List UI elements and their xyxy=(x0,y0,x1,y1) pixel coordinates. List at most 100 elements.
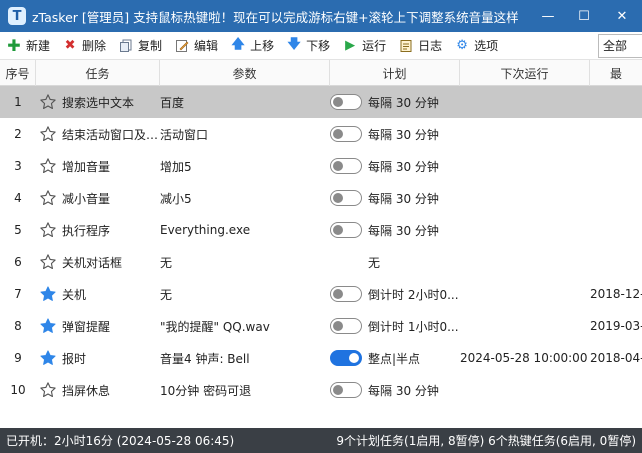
row-last-run xyxy=(590,118,642,150)
row-index: 6 xyxy=(14,255,22,269)
enable-toggle[interactable] xyxy=(330,382,362,398)
row-last-run xyxy=(590,214,642,246)
table-row[interactable]: 4 减小音量 减小5 每隔 30 分钟 xyxy=(0,182,642,214)
enable-toggle[interactable] xyxy=(330,318,362,334)
new-button[interactable]: ✚ 新建 xyxy=(0,33,56,59)
x-icon: ✖ xyxy=(64,38,76,53)
table-row[interactable]: 2 结束活动窗口及进程 活动窗口 每隔 30 分钟 xyxy=(0,118,642,150)
enable-toggle[interactable] xyxy=(330,286,362,302)
status-bar: 已开机：2小时16分 (2024-05-28 06:45) 9个计划任务(1启用… xyxy=(0,428,642,453)
table-row[interactable]: 8 弹窗提醒 "我的提醒" QQ.wav 倒计时 1小时0... 2019-03- xyxy=(0,310,642,342)
row-index: 2 xyxy=(14,127,22,141)
plan-text: 无 xyxy=(368,255,381,270)
options-button[interactable]: ⚙ 选项 xyxy=(448,33,504,59)
star-icon[interactable] xyxy=(38,252,58,272)
row-param: 减小5 xyxy=(160,191,192,206)
maximize-button[interactable]: ☐ xyxy=(566,0,602,32)
task-name: 挡屏休息 xyxy=(62,383,111,398)
table-row[interactable]: 1 搜索选中文本 百度 每隔 30 分钟 xyxy=(0,86,642,118)
star-icon[interactable] xyxy=(38,156,58,176)
row-last-run xyxy=(590,374,642,406)
enable-toggle[interactable] xyxy=(330,190,362,206)
plan-text: 倒计时 1小时0... xyxy=(368,319,459,334)
column-header-param[interactable]: 参数 xyxy=(160,60,330,86)
star-icon[interactable] xyxy=(38,380,58,400)
table-row[interactable]: 3 增加音量 增加5 每隔 30 分钟 xyxy=(0,150,642,182)
row-plan: 倒计时 1小时0... xyxy=(330,310,460,342)
filter-select[interactable]: 全部 xyxy=(598,33,642,58)
task-name: 弹窗提醒 xyxy=(62,319,111,334)
table-row[interactable]: 7 关机 无 倒计时 2小时0... 2018-12- xyxy=(0,278,642,310)
edit-button[interactable]: 编辑 xyxy=(168,33,224,59)
column-header-next-run[interactable]: 下次运行 xyxy=(460,60,590,86)
table-row[interactable]: 6 关机对话框 无 无 xyxy=(0,246,642,278)
plan-text: 每隔 30 分钟 xyxy=(368,223,439,238)
enable-toggle[interactable] xyxy=(330,126,362,142)
row-last-run: 2019-03- xyxy=(590,319,642,333)
row-param: 无 xyxy=(160,255,173,270)
star-icon[interactable] xyxy=(38,92,58,112)
star-icon[interactable] xyxy=(38,220,58,240)
move-down-button[interactable]: 🡇 下移 xyxy=(280,33,336,59)
edit-label: 编辑 xyxy=(194,39,219,53)
row-index: 9 xyxy=(14,351,22,365)
task-name: 执行程序 xyxy=(62,223,111,238)
row-plan: 整点|半点 xyxy=(330,342,460,374)
row-index: 7 xyxy=(14,287,22,301)
play-icon: ▶ xyxy=(345,38,356,53)
table-row[interactable]: 5 执行程序 Everything.exe 每隔 30 分钟 xyxy=(0,214,642,246)
column-header-last[interactable]: 最 xyxy=(590,60,642,86)
row-task: 增加音量 xyxy=(36,150,160,182)
star-icon[interactable] xyxy=(38,124,58,144)
table-row[interactable]: 10 挡屏休息 10分钟 密码可退 每隔 30 分钟 xyxy=(0,374,642,406)
row-param: 百度 xyxy=(160,95,185,110)
row-task: 减小音量 xyxy=(36,182,160,214)
column-header-task[interactable]: 任务 xyxy=(36,60,160,86)
close-button[interactable]: ✕ xyxy=(602,0,642,32)
enable-toggle[interactable] xyxy=(330,222,362,238)
row-plan: 倒计时 2小时0... xyxy=(330,278,460,310)
row-index: 3 xyxy=(14,159,22,173)
table-row[interactable]: 9 报时 音量4 钟声: Bell 整点|半点 2024-05-28 10:00:00 2… xyxy=(0,342,642,374)
column-header-plan[interactable]: 计划 xyxy=(330,60,460,86)
task-name: 增加音量 xyxy=(62,159,111,174)
plan-text: 倒计时 2小时0... xyxy=(368,287,459,302)
enable-toggle[interactable] xyxy=(330,94,362,110)
row-param: 音量4 钟声: Bell xyxy=(160,351,250,366)
move-up-button[interactable]: 🡅 上移 xyxy=(224,33,280,59)
row-index: 4 xyxy=(14,191,22,205)
enable-toggle[interactable] xyxy=(330,350,362,366)
plan-text: 整点|半点 xyxy=(368,351,421,366)
run-button[interactable]: ▶ 运行 xyxy=(336,33,392,59)
arrow-up-icon: 🡅 xyxy=(231,36,245,52)
row-param: 增加5 xyxy=(160,159,192,174)
row-last-run: 2018-04- xyxy=(590,351,642,365)
row-task: 执行程序 xyxy=(36,214,160,246)
toolbar: ✚ 新建 ✖ 删除 复制 编辑 🡅 上移 🡇 下移 ▶ 运行 日志 ⚙ 选项 全… xyxy=(0,32,642,60)
gear-icon: ⚙ xyxy=(456,38,468,53)
copy-button[interactable]: 复制 xyxy=(112,33,168,59)
row-index: 5 xyxy=(14,223,22,237)
row-task: 搜索选中文本 xyxy=(36,86,160,118)
minimize-button[interactable]: — xyxy=(530,0,566,32)
window-title: zTasker [管理员] 支持鼠标热键啦！现在可以完成游标右键+滚轮上下调整系… xyxy=(32,9,519,25)
row-param: 无 xyxy=(160,287,173,302)
row-next-run xyxy=(460,150,590,182)
delete-button[interactable]: ✖ 删除 xyxy=(56,33,112,59)
enable-toggle[interactable] xyxy=(330,158,362,174)
log-button[interactable]: 日志 xyxy=(392,33,448,59)
row-next-run xyxy=(460,214,590,246)
star-icon[interactable] xyxy=(38,284,58,304)
plus-icon: ✚ xyxy=(7,36,21,55)
row-next-run: 2024-05-28 10:00:00 xyxy=(460,351,588,365)
task-name: 关机 xyxy=(62,287,87,302)
app-icon: T xyxy=(8,7,26,25)
star-icon[interactable] xyxy=(38,188,58,208)
row-task: 关机对话框 xyxy=(36,246,160,278)
star-icon[interactable] xyxy=(38,316,58,336)
task-table: 1 搜索选中文本 百度 每隔 30 分钟 2 结束活动窗口及进程 活动窗口 每隔 30 分钟 3… xyxy=(0,86,642,428)
row-next-run xyxy=(460,182,590,214)
run-label: 运行 xyxy=(362,39,387,53)
column-header-idx[interactable]: 序号 xyxy=(0,60,36,86)
star-icon[interactable] xyxy=(38,348,58,368)
